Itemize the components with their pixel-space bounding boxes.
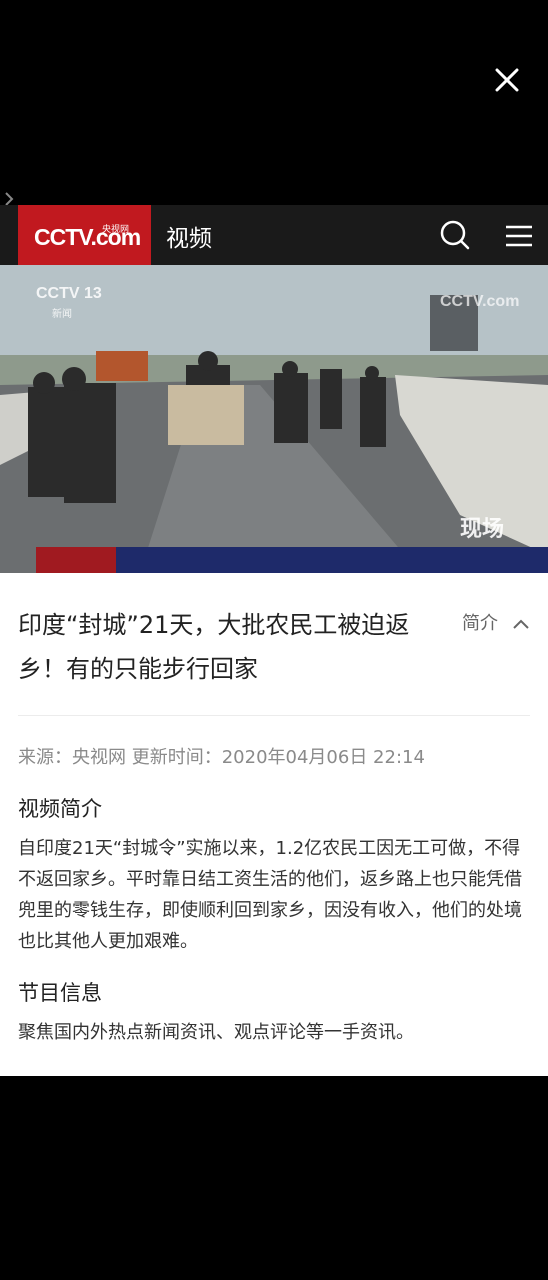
menu-button[interactable] — [502, 219, 536, 253]
logo-subtext: 央视网 — [102, 225, 130, 235]
menu-icon — [506, 225, 532, 247]
video-intro-heading: 视频简介 — [18, 797, 102, 821]
intro-toggle-button[interactable]: 简介 — [462, 609, 530, 635]
video-corner-logo: 现场 — [460, 516, 505, 542]
program-info-text: 聚焦国内外热点新闻资讯、观点评论等一手资讯。 — [18, 1022, 414, 1043]
search-icon — [440, 220, 470, 250]
close-icon — [495, 68, 519, 92]
section-title: 视频 — [166, 226, 212, 252]
intro-toggle-label: 简介 — [462, 613, 498, 634]
video-watermark-site: CCTV.com — [440, 293, 520, 310]
article-title: 印度“封城”21天，大批农民工被迫返乡！有的只能步行回家 — [18, 611, 410, 683]
video-watermark-channel: CCTV 13 — [36, 285, 102, 302]
chevron-up-icon — [513, 619, 529, 629]
video-intro-text: 自印度21天“封城令”实施以来，1.2亿农民工因无工可做，不得不返回家乡。平时靠… — [18, 838, 522, 952]
cctv-logo[interactable]: CCTV.com 央视网 — [18, 205, 151, 265]
close-button[interactable] — [491, 64, 523, 96]
divider — [18, 715, 530, 716]
program-info-heading: 节目信息 — [18, 981, 102, 1005]
site-header: CCTV.com 央视网 视频 — [0, 205, 548, 265]
article-card: 印度“封城”21天，大批农民工被迫返乡！有的只能步行回家 简介 来源：央视网 更… — [0, 573, 548, 1076]
article-meta: 来源：央视网 更新时间：2020年04月06日 22:14 — [18, 747, 425, 768]
video-player[interactable]: CCTV 13 新闻 CCTV.com 现场 — [0, 265, 548, 573]
video-watermark-channel-sub: 新闻 — [52, 309, 72, 320]
search-button[interactable] — [438, 218, 472, 252]
